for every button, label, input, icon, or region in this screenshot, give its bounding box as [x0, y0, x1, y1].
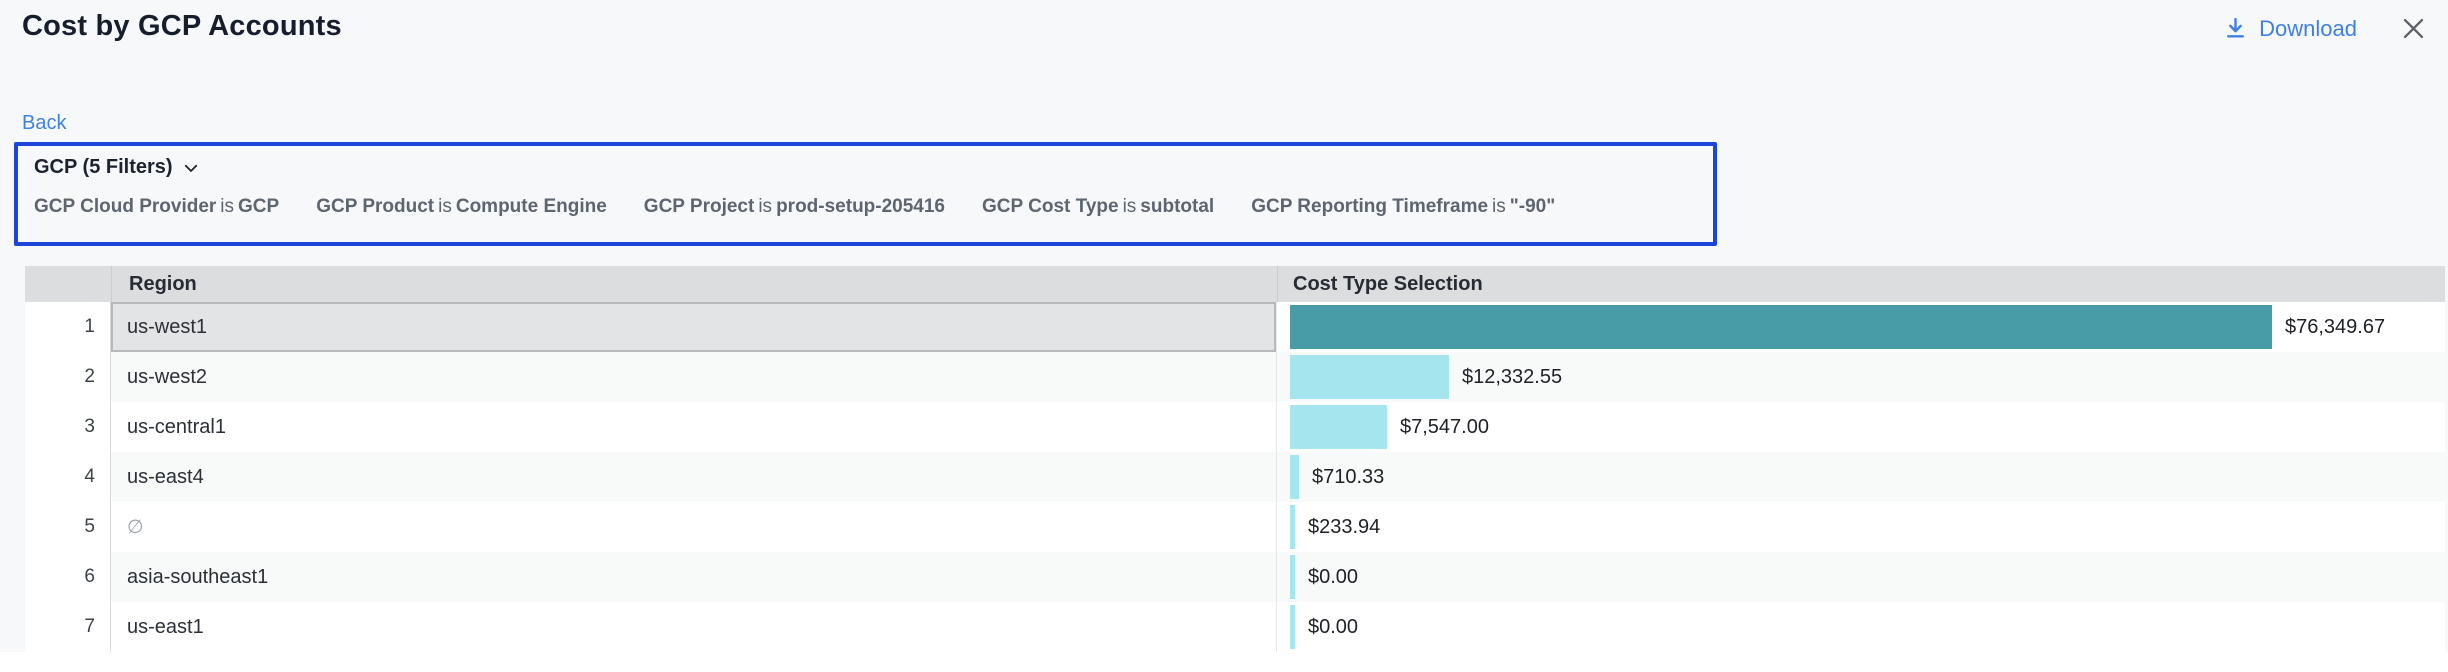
bar-cell: $7,547.00 — [1277, 402, 2445, 452]
back-link[interactable]: Back — [22, 112, 66, 135]
cost-value-label: $76,349.67 — [2285, 316, 2385, 339]
download-button[interactable]: Download — [2223, 16, 2357, 42]
filter-name: GCP Project — [644, 196, 755, 217]
cost-bar — [1290, 555, 1295, 599]
cost-value-label: $710.33 — [1312, 466, 1384, 489]
filter-operator: is — [1488, 196, 1510, 217]
region-cell: us-central1 — [111, 402, 1277, 452]
table-row[interactable]: 3 us-central1 $7,547.00 — [25, 402, 2445, 452]
region-cell: us-east4 — [111, 452, 1277, 502]
region-cell: ∅ — [111, 502, 1277, 552]
row-number-header — [25, 266, 111, 302]
download-icon — [2223, 16, 2248, 41]
cost-value-label: $7,547.00 — [1400, 416, 1489, 439]
filter-operator: is — [1119, 196, 1141, 217]
table-body: 1 us-west1 $76,349.67 2 us-west2 $12,332… — [25, 302, 2445, 652]
column-header-cost-type-selection[interactable]: Cost Type Selection — [1277, 266, 2445, 302]
cost-value-label: $0.00 — [1308, 566, 1358, 589]
bar-cell: $0.00 — [1277, 552, 2445, 602]
bottom-strip — [0, 652, 2448, 672]
cost-bar — [1290, 355, 1449, 399]
region-cell: us-west2 — [111, 352, 1277, 402]
cost-bar — [1290, 305, 2272, 349]
bar-cell: $76,349.67 — [1277, 302, 2445, 352]
filters-dropdown-toggle[interactable]: GCP (5 Filters) — [34, 156, 200, 179]
chevron-down-icon — [182, 159, 200, 177]
cost-bar — [1290, 605, 1295, 649]
row-index: 7 — [25, 602, 111, 652]
table-header: Region Cost Type Selection — [25, 266, 2445, 302]
close-icon — [2399, 14, 2428, 43]
filter-operator: is — [216, 196, 238, 217]
table-row[interactable]: 1 us-west1 $76,349.67 — [25, 302, 2445, 352]
page-title: Cost by GCP Accounts — [22, 10, 342, 43]
table-row[interactable]: 4 us-east4 $710.33 — [25, 452, 2445, 502]
filter-name: GCP Reporting Timeframe — [1251, 196, 1488, 217]
filter-value: subtotal — [1140, 196, 1214, 217]
region-cell: us-east1 — [111, 602, 1277, 652]
row-index: 6 — [25, 552, 111, 602]
bar-cell: $710.33 — [1277, 452, 2445, 502]
filters-summary-label: GCP (5 Filters) — [34, 156, 173, 179]
filter-value: prod-setup-205416 — [776, 196, 945, 217]
cost-value-label: $12,332.55 — [1462, 366, 1562, 389]
row-index: 5 — [25, 502, 111, 552]
bar-cell: $233.94 — [1277, 502, 2445, 552]
filter-value: Compute Engine — [456, 196, 607, 217]
table-row[interactable]: 6 asia-southeast1 $0.00 — [25, 552, 2445, 602]
row-index: 4 — [25, 452, 111, 502]
row-index: 1 — [25, 302, 111, 352]
row-index: 2 — [25, 352, 111, 402]
download-label: Download — [2259, 16, 2357, 42]
table-row[interactable]: 5 ∅ $233.94 — [25, 502, 2445, 552]
filter-name: GCP Cloud Provider — [34, 196, 216, 217]
cost-value-label: $0.00 — [1308, 616, 1358, 639]
row-index: 3 — [25, 402, 111, 452]
cost-bar — [1290, 405, 1387, 449]
filter-item: GCP ProductisCompute Engine — [316, 196, 607, 218]
filter-value: GCP — [238, 196, 279, 217]
top-actions: Download — [2223, 12, 2430, 45]
filter-name: GCP Cost Type — [982, 196, 1119, 217]
filter-item: GCP Cost Typeissubtotal — [982, 196, 1214, 218]
cost-table: Region Cost Type Selection 1 us-west1 $7… — [25, 266, 2445, 652]
table-row[interactable]: 2 us-west2 $12,332.55 — [25, 352, 2445, 402]
column-header-region[interactable]: Region — [111, 266, 1277, 302]
filter-item: GCP Cloud ProviderisGCP — [34, 196, 279, 218]
close-button[interactable] — [2397, 12, 2430, 45]
region-cell: asia-southeast1 — [111, 552, 1277, 602]
filter-operator: is — [754, 196, 776, 217]
table-row[interactable]: 7 us-east1 $0.00 — [25, 602, 2445, 652]
cost-bar — [1290, 505, 1295, 549]
filter-operator: is — [434, 196, 456, 217]
filter-panel: GCP (5 Filters) GCP Cloud ProviderisGCP … — [14, 142, 1717, 246]
cost-value-label: $233.94 — [1308, 516, 1380, 539]
filter-item: GCP Reporting Timeframeis"-90" — [1251, 196, 1555, 218]
bar-cell: $0.00 — [1277, 602, 2445, 652]
filter-item: GCP Projectisprod-setup-205416 — [644, 196, 945, 218]
filter-value: "-90" — [1510, 196, 1555, 217]
cost-bar — [1290, 455, 1299, 499]
filter-list: GCP Cloud ProviderisGCP GCP ProductisCom… — [34, 196, 1697, 218]
bar-cell: $12,332.55 — [1277, 352, 2445, 402]
filter-name: GCP Product — [316, 196, 434, 217]
region-cell: us-west1 — [111, 302, 1277, 352]
